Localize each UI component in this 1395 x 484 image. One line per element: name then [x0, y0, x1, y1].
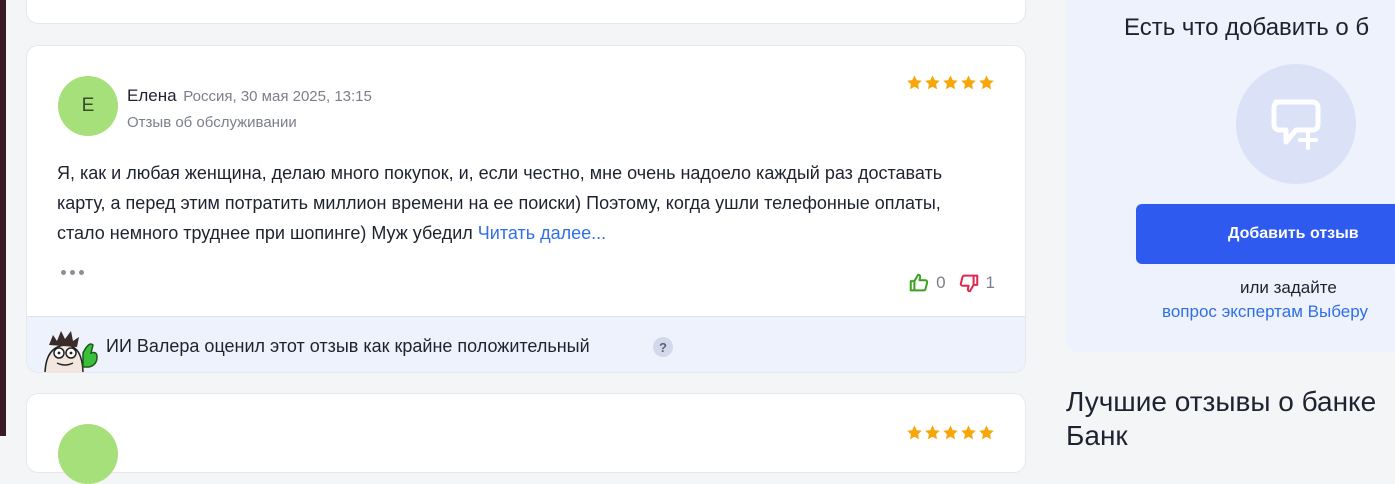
or-ask-text: или задайте — [1240, 278, 1337, 297]
next-review-card — [26, 393, 1026, 484]
star-icon — [943, 425, 958, 440]
previous-review-card — [26, 0, 1026, 24]
star-icon — [907, 425, 922, 440]
review-type: Отзыв об обслуживании — [127, 114, 297, 131]
review-author: Елена Россия, 30 мая 2025, 13:15 — [127, 86, 372, 106]
add-review-panel: Есть что добавить о б Добавить отзыв или… — [1066, 0, 1395, 352]
review-card: Е Елена Россия, 30 мая 2025, 13:15 Отзыв… — [26, 45, 1026, 373]
add-review-button[interactable]: Добавить отзыв — [1136, 204, 1395, 264]
avatar — [58, 424, 118, 484]
add-review-illustration — [1236, 64, 1356, 184]
star-icon — [961, 75, 976, 90]
review-text: Я, как и любая женщина, делаю много поку… — [57, 158, 977, 248]
review-meta: Россия, 30 мая 2025, 13:15 — [183, 88, 372, 105]
best-reviews-title-line2: Банк — [1066, 420, 1128, 451]
ai-help-button[interactable]: ? — [653, 337, 673, 357]
add-review-title: Есть что добавить о б — [1124, 14, 1370, 41]
thumbs-up-icon[interactable] — [908, 272, 930, 294]
read-more-link[interactable]: Читать далее... — [478, 223, 606, 243]
thumbs-down-icon[interactable] — [958, 272, 980, 294]
star-icon — [907, 75, 922, 90]
votes: 0 1 — [908, 272, 995, 294]
ai-mascot-icon — [44, 331, 98, 372]
left-edge-strip — [0, 0, 6, 436]
best-reviews-title: Лучшие отзывы о банке — [1066, 386, 1377, 417]
ai-verdict-bar: ИИ Валера оценил этот отзыв как крайне п… — [27, 316, 1025, 372]
ai-verdict-text: ИИ Валера оценил этот отзыв как крайне п… — [106, 336, 590, 356]
star-icon — [943, 75, 958, 90]
likes-count: 0 — [936, 273, 946, 292]
dislikes-count: 1 — [985, 273, 995, 292]
star-icon — [979, 75, 994, 90]
chat-plus-icon — [1271, 99, 1321, 150]
star-icon — [925, 425, 940, 440]
author-name[interactable]: Елена — [127, 86, 177, 105]
more-options-button[interactable] — [61, 270, 84, 275]
rating-stars — [906, 424, 995, 441]
avatar: Е — [58, 76, 118, 136]
avatar-initial: Е — [81, 95, 95, 116]
rating-stars — [906, 74, 995, 91]
ask-experts-link[interactable]: вопрос экспертам Выберу — [1162, 302, 1368, 322]
star-icon — [961, 425, 976, 440]
star-icon — [979, 425, 994, 440]
star-icon — [925, 75, 940, 90]
